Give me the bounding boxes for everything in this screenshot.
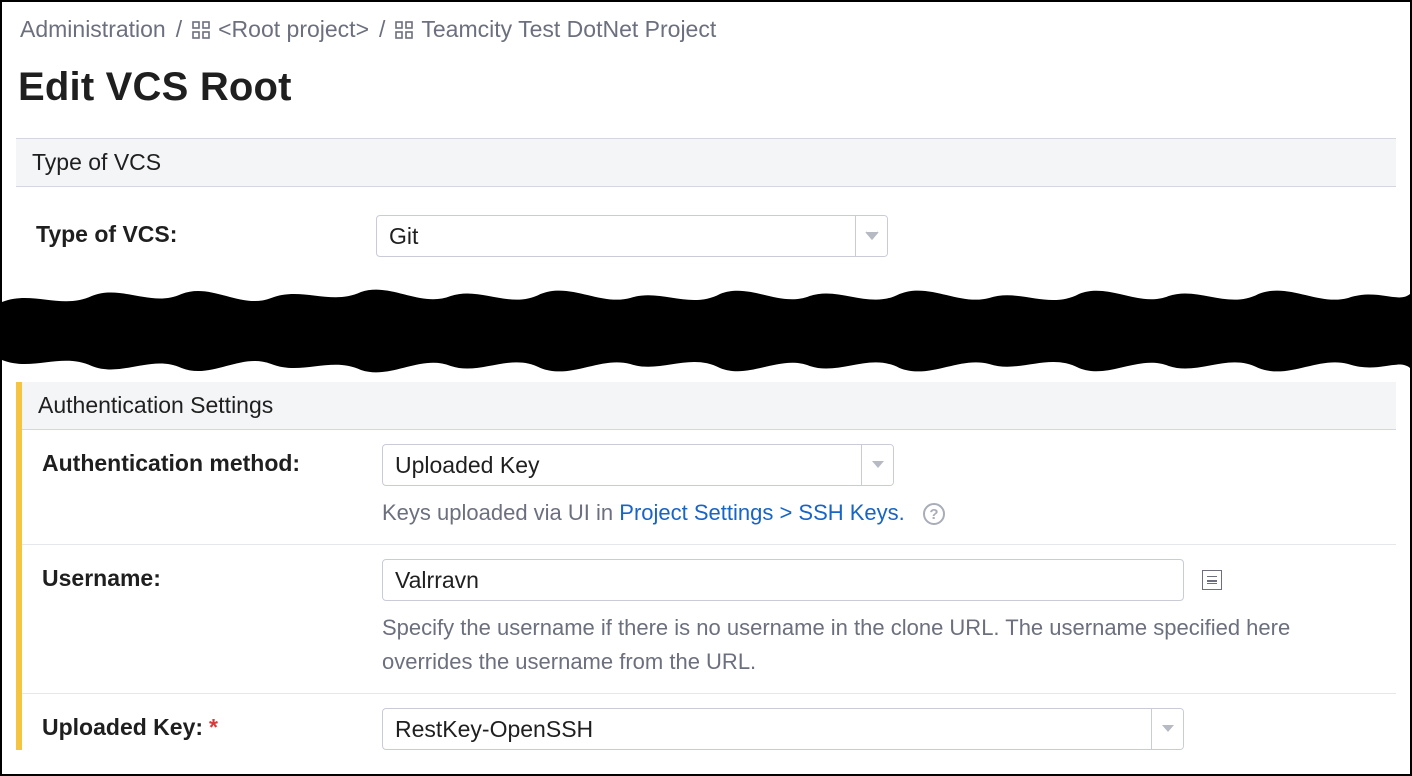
uploaded-key-value: RestKey-OpenSSH	[383, 709, 1151, 749]
label-uploaded-key: Uploaded Key:*	[22, 708, 382, 741]
auth-method-help: Keys uploaded via UI in Project Settings…	[382, 496, 1376, 530]
required-asterisk: *	[209, 714, 218, 740]
project-grid-icon	[192, 21, 210, 39]
breadcrumb-separator: /	[176, 16, 182, 43]
list-icon[interactable]	[1202, 570, 1222, 590]
label-type-of-vcs: Type of VCS:	[16, 215, 376, 248]
auth-method-value: Uploaded Key	[383, 445, 861, 485]
page-title: Edit VCS Root	[2, 49, 1410, 138]
torn-divider	[2, 281, 1410, 381]
type-of-vcs-select[interactable]: Git	[376, 215, 888, 257]
label-username: Username:	[22, 559, 382, 592]
auth-method-help-prefix: Keys uploaded via UI in	[382, 500, 619, 525]
breadcrumb-root-label: <Root project>	[218, 16, 369, 43]
breadcrumb-admin[interactable]: Administration	[20, 16, 166, 43]
breadcrumb-admin-label: Administration	[20, 16, 166, 43]
project-grid-icon	[395, 21, 413, 39]
breadcrumb-project[interactable]: Teamcity Test DotNet Project	[395, 16, 716, 43]
section-header-vcs-type: Type of VCS	[16, 138, 1396, 187]
chevron-down-icon	[861, 445, 893, 485]
chevron-down-icon	[855, 216, 887, 256]
breadcrumb: Administration / <Root project> / Teamci…	[2, 2, 1410, 49]
breadcrumb-project-label: Teamcity Test DotNet Project	[421, 16, 716, 43]
label-auth-method: Authentication method:	[22, 444, 382, 477]
help-icon[interactable]: ?	[923, 503, 945, 525]
label-uploaded-key-text: Uploaded Key:	[42, 714, 203, 740]
chevron-down-icon	[1151, 709, 1183, 749]
breadcrumb-root-project[interactable]: <Root project>	[192, 16, 369, 43]
auth-method-select[interactable]: Uploaded Key	[382, 444, 894, 486]
username-input[interactable]	[382, 559, 1184, 601]
uploaded-key-select[interactable]: RestKey-OpenSSH	[382, 708, 1184, 750]
type-of-vcs-value: Git	[377, 216, 855, 256]
username-help: Specify the username if there is no user…	[382, 611, 1376, 679]
section-header-auth: Authentication Settings	[22, 381, 1396, 430]
breadcrumb-separator: /	[379, 16, 385, 43]
ssh-keys-link[interactable]: Project Settings > SSH Keys.	[619, 500, 905, 525]
